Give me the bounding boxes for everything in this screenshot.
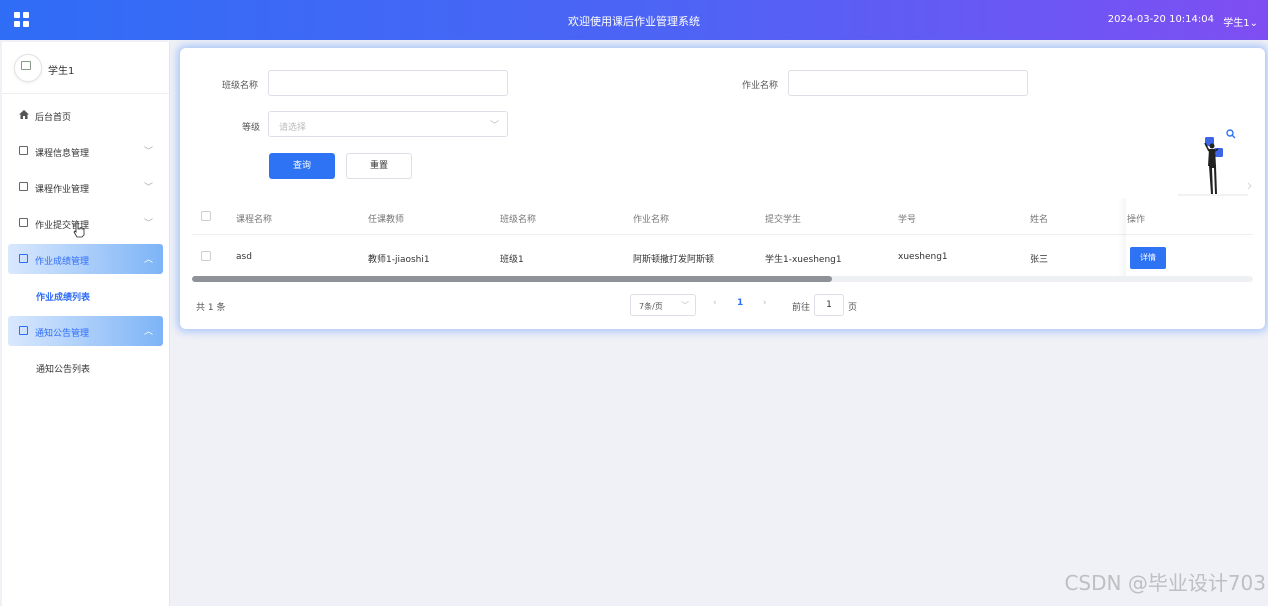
column-header: 任课教师 bbox=[368, 215, 405, 225]
grades-table: 课程名称 任课教师 班级名称 作业名称 提交学生 学号 姓名 操作 asd 教师… bbox=[192, 198, 1253, 280]
column-header: 学号 bbox=[898, 215, 917, 225]
pointer-cursor-icon bbox=[73, 222, 85, 238]
page-size-select[interactable]: 7条/页 ﹀ bbox=[630, 294, 696, 316]
sidebar-item-notices[interactable]: 通知公告管理 ︿ bbox=[8, 316, 163, 346]
select-all-checkbox[interactable] bbox=[201, 211, 211, 221]
watermark: CSDN @毕业设计703 bbox=[1064, 571, 1266, 595]
sidebar-item-label: 通知公告管理 bbox=[35, 329, 90, 339]
sidebar-item-homework-grades[interactable]: 作业成绩管理 ︿ bbox=[8, 244, 163, 274]
reset-button[interactable]: 重置 bbox=[346, 153, 412, 179]
sidebar-item-course-homework[interactable]: 课程作业管理 ﹀ bbox=[8, 172, 163, 202]
profile-name: 学生1 bbox=[48, 66, 75, 77]
cell-name: 张三 bbox=[1030, 255, 1049, 265]
page-number-current[interactable]: 1 bbox=[737, 298, 743, 308]
cell-student-no: xuesheng1 bbox=[898, 252, 948, 262]
sidebar-subitem-grades-list[interactable]: 作业成绩列表 bbox=[8, 280, 163, 310]
document-icon bbox=[19, 182, 28, 191]
fixed-column-shadow bbox=[1118, 198, 1126, 280]
top-bar: 欢迎使用课后作业管理系统 2024-03-20 10:14:04 学生1⌄ bbox=[0, 0, 1268, 40]
chevron-up-icon: ︿ bbox=[143, 327, 153, 337]
document-icon bbox=[19, 326, 28, 335]
detail-button[interactable]: 详情 bbox=[1130, 247, 1166, 269]
chevron-up-icon: ︿ bbox=[143, 255, 153, 265]
sidebar-item-label: 作业成绩列表 bbox=[36, 293, 91, 303]
next-page-button[interactable]: › bbox=[763, 298, 767, 308]
cell-student: 学生1-xuesheng1 bbox=[765, 255, 842, 265]
column-header: 提交学生 bbox=[765, 215, 802, 225]
goto-page-input[interactable]: 1 bbox=[814, 294, 844, 316]
table-row: asd 教师1-jiaoshi1 班级1 阿斯顿撒打发阿斯顿 学生1-xuesh… bbox=[192, 235, 1253, 280]
home-icon bbox=[19, 110, 29, 119]
sidebar: 学生1 后台首页 课程信息管理 ﹀ 课程作业管理 ﹀ 作业提交管理 ﹀ 作业成绩… bbox=[2, 42, 170, 606]
cell-course: asd bbox=[236, 252, 252, 262]
goto-label: 前往 bbox=[792, 303, 811, 313]
cell-homework: 阿斯顿撒打发阿斯顿 bbox=[633, 255, 715, 265]
sidebar-item-label: 作业成绩管理 bbox=[35, 257, 90, 267]
sidebar-item-label: 通知公告列表 bbox=[36, 365, 91, 375]
page-size-value: 7条/页 bbox=[639, 302, 663, 311]
homework-name-input[interactable] bbox=[788, 70, 1028, 96]
main-panel: 班级名称 作业名称 等级 请选择 ﹀ 查询 重置 课程名称 任课教师 班级名称 … bbox=[180, 48, 1265, 329]
level-label: 等级 bbox=[242, 123, 261, 133]
avatar bbox=[14, 54, 42, 82]
sidebar-item-label: 课程作业管理 bbox=[35, 185, 90, 195]
level-placeholder: 请选择 bbox=[279, 123, 307, 133]
search-button[interactable]: 查询 bbox=[269, 153, 335, 179]
chevron-down-icon: ﹀ bbox=[143, 219, 153, 229]
sidebar-item-label: 后台首页 bbox=[35, 113, 72, 123]
class-name-label: 班级名称 bbox=[222, 81, 259, 91]
scrollbar-thumb[interactable] bbox=[192, 276, 832, 282]
chevron-down-icon: ﹀ bbox=[143, 183, 153, 193]
goto-unit: 页 bbox=[848, 303, 858, 313]
chevron-down-icon: ⌄ bbox=[1249, 18, 1258, 29]
table-header: 课程名称 任课教师 班级名称 作业名称 提交学生 学号 姓名 操作 bbox=[192, 198, 1253, 235]
column-header: 班级名称 bbox=[500, 215, 537, 225]
column-header: 作业名称 bbox=[633, 215, 670, 225]
column-header: 姓名 bbox=[1030, 215, 1049, 225]
level-select[interactable]: 请选择 ﹀ bbox=[268, 111, 508, 137]
pagination-total: 共 1 条 bbox=[196, 303, 226, 313]
class-name-input[interactable] bbox=[268, 70, 508, 96]
document-icon bbox=[19, 254, 28, 263]
sidebar-subitem-notice-list[interactable]: 通知公告列表 bbox=[8, 352, 163, 382]
column-header: 课程名称 bbox=[236, 215, 273, 225]
document-icon bbox=[19, 218, 28, 227]
homework-name-label: 作业名称 bbox=[742, 81, 779, 91]
prev-page-button[interactable]: ‹ bbox=[713, 298, 717, 308]
chevron-down-icon: ﹀ bbox=[489, 121, 499, 131]
sidebar-item-label: 课程信息管理 bbox=[35, 149, 90, 159]
row-checkbox[interactable] bbox=[201, 251, 211, 261]
horizontal-scrollbar[interactable] bbox=[192, 276, 1253, 282]
sidebar-item-course-info[interactable]: 课程信息管理 ﹀ bbox=[8, 136, 163, 166]
sidebar-item-home[interactable]: 后台首页 bbox=[8, 100, 163, 130]
user-menu[interactable]: 学生1⌄ bbox=[1223, 14, 1258, 29]
person-illustration-icon bbox=[1178, 129, 1252, 196]
user-name: 学生1 bbox=[1223, 18, 1250, 29]
current-datetime: 2024-03-20 10:14:04 bbox=[1107, 14, 1214, 25]
document-icon bbox=[19, 146, 28, 155]
cell-class: 班级1 bbox=[500, 255, 524, 265]
profile: 学生1 bbox=[2, 42, 169, 94]
cell-teacher: 教师1-jiaoshi1 bbox=[368, 255, 430, 265]
chevron-down-icon: ﹀ bbox=[681, 301, 689, 310]
chevron-down-icon: ﹀ bbox=[143, 147, 153, 157]
column-header: 操作 bbox=[1127, 215, 1146, 225]
app-title: 欢迎使用课后作业管理系统 bbox=[568, 15, 700, 28]
